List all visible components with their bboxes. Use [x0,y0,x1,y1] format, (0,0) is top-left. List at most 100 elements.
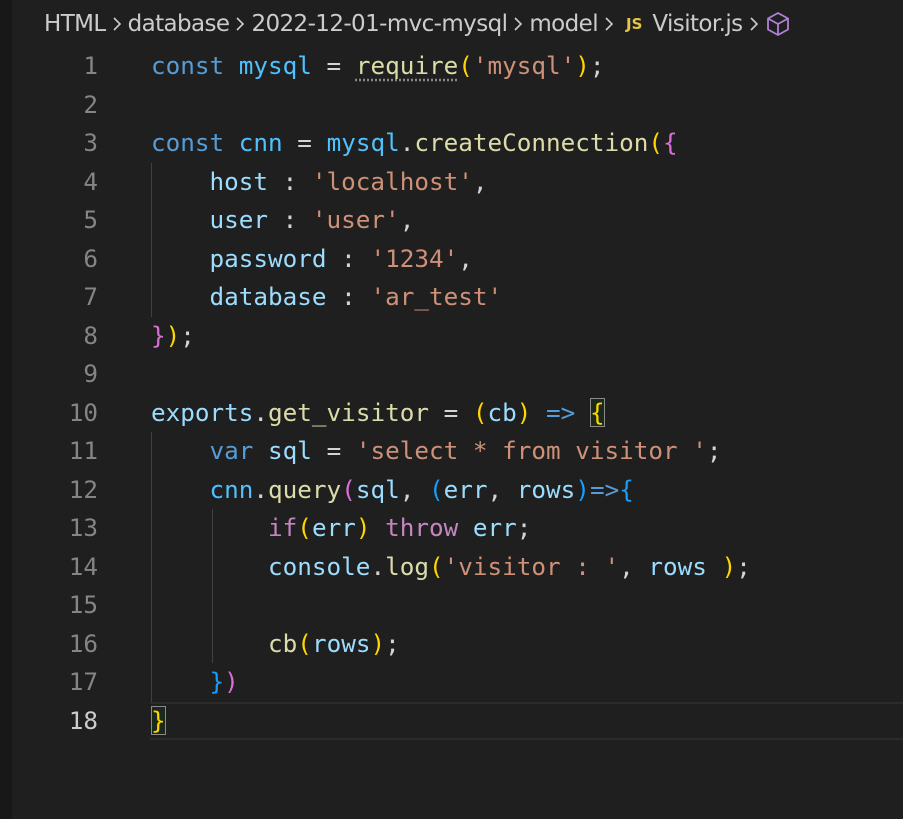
line-number: 18 [68,705,98,735]
code-token: const [151,51,225,80]
chevron-right-icon [598,12,620,36]
breadcrumb-item-project[interactable]: 2022-12-01-mvc-mysql [251,11,508,37]
line-number: 13 [68,513,98,542]
code-token: rows [516,474,576,504]
line-number: 17 [68,667,98,696]
line-text: password : '1234', [151,240,473,279]
code-line[interactable]: 10 exports.get_visitor = (cb) => { [0,394,903,433]
code-token: var [209,436,254,465]
code-token: ) [224,667,239,696]
breadcrumb-item-model[interactable]: model [529,11,598,37]
code-line[interactable]: 7 database : 'ar_test' [0,278,903,317]
code-token: cnn [238,128,283,157]
code-token: 'select * from visitor ' [355,436,707,465]
code-line[interactable]: 9 [0,355,903,394]
code-token: { [589,397,605,427]
code-token: ; [385,628,400,658]
code-token: 'ar_test' [370,282,503,311]
code-token: user [209,205,269,234]
code-token: ( [472,397,488,427]
code-token: : [326,243,371,273]
code-token: : [326,282,371,311]
code-editor[interactable]: HTML database 2022-12-01-mvc-mysql model… [0,0,903,819]
line-number: 1 [83,51,98,80]
code-token: ) [575,474,590,504]
code-token: ( [297,513,312,542]
code-line[interactable]: 5 user : 'user', [0,201,903,240]
cube-icon[interactable] [765,11,791,37]
line-text: exports.get_visitor = (cb) => { [151,394,605,433]
code-token: database [209,282,327,311]
line-number: 2 [83,89,98,119]
code-token: 'localhost' [311,166,473,196]
line-text: }) [151,663,239,702]
code-token: } [151,320,166,350]
code-token: ) [165,320,181,350]
line-text: cnn.query(sql, (err, rows)=>{ [151,471,634,510]
code-token: ; [736,551,751,581]
code-token: ; [706,436,722,465]
code-line[interactable]: 1 const mysql = require('mysql'); [0,47,903,86]
code-token: throw [385,513,459,542]
line-text: if(err) throw err; [151,509,531,548]
code-line[interactable]: 16 cb(rows); [0,625,903,664]
line-text: var sql = 'select * from visitor '; [151,432,722,471]
chevron-right-icon [743,12,765,36]
code-token: ( [428,474,444,504]
code-token: err [311,513,356,542]
code-line[interactable]: 6 password : '1234', [0,240,903,279]
line-text: user : 'user', [151,201,415,240]
code-token: password [209,243,327,273]
breadcrumb-item-html[interactable]: HTML [44,11,106,37]
code-token: sql [355,474,400,504]
code-line[interactable]: 3 const cnn = mysql.createConnection({ [0,124,903,163]
line-number: 4 [83,166,98,196]
chevron-right-icon [106,12,128,36]
code-token: = [311,436,356,465]
code-line[interactable]: 15 [0,586,903,625]
code-line[interactable]: 11 var sql = 'select * from visitor '; [0,432,903,471]
javascript-file-icon: JS [626,15,643,33]
code-token: '1234' [370,243,459,273]
code-token: err [472,513,517,542]
code-token: . [253,397,269,427]
line-number: 11 [68,436,98,465]
code-token: . [399,128,415,157]
code-line[interactable]: 2 [0,86,903,125]
code-token: = [282,128,327,157]
line-number: 10 [68,397,98,427]
code-line[interactable]: 4 host : 'localhost', [0,163,903,202]
code-line[interactable]: 8}); [0,317,903,356]
line-number: 9 [83,359,98,388]
line-number: 14 [68,551,98,581]
code-token: ( [341,474,356,504]
code-line[interactable]: 17 }) [0,663,903,702]
code-token: ) [575,51,590,80]
code-line[interactable]: 12 cnn.query(sql, (err, rows)=>{ [0,471,903,510]
code-token: , [399,474,429,504]
chevron-right-icon [507,12,529,36]
breadcrumb-item-database[interactable]: database [128,11,230,37]
breadcrumb-item-file[interactable]: Visitor.js [652,11,743,37]
code-token: , [487,474,517,504]
code-token: => [589,474,620,504]
code-line[interactable]: 13 if(err) throw err; [0,509,903,548]
line-number: 7 [83,282,98,311]
line-text: database : 'ar_test' [151,278,503,317]
code-area[interactable]: 1 const mysql = require('mysql'); 2 3 const … [0,47,903,740]
code-line[interactable]: 14 console.log('visitor : ', rows ); [0,548,903,587]
code-token: . [253,474,269,504]
code-line[interactable]: 18} [0,701,903,741]
line-text: const mysql = require('mysql'); [151,47,605,86]
code-token: rows [311,628,371,658]
